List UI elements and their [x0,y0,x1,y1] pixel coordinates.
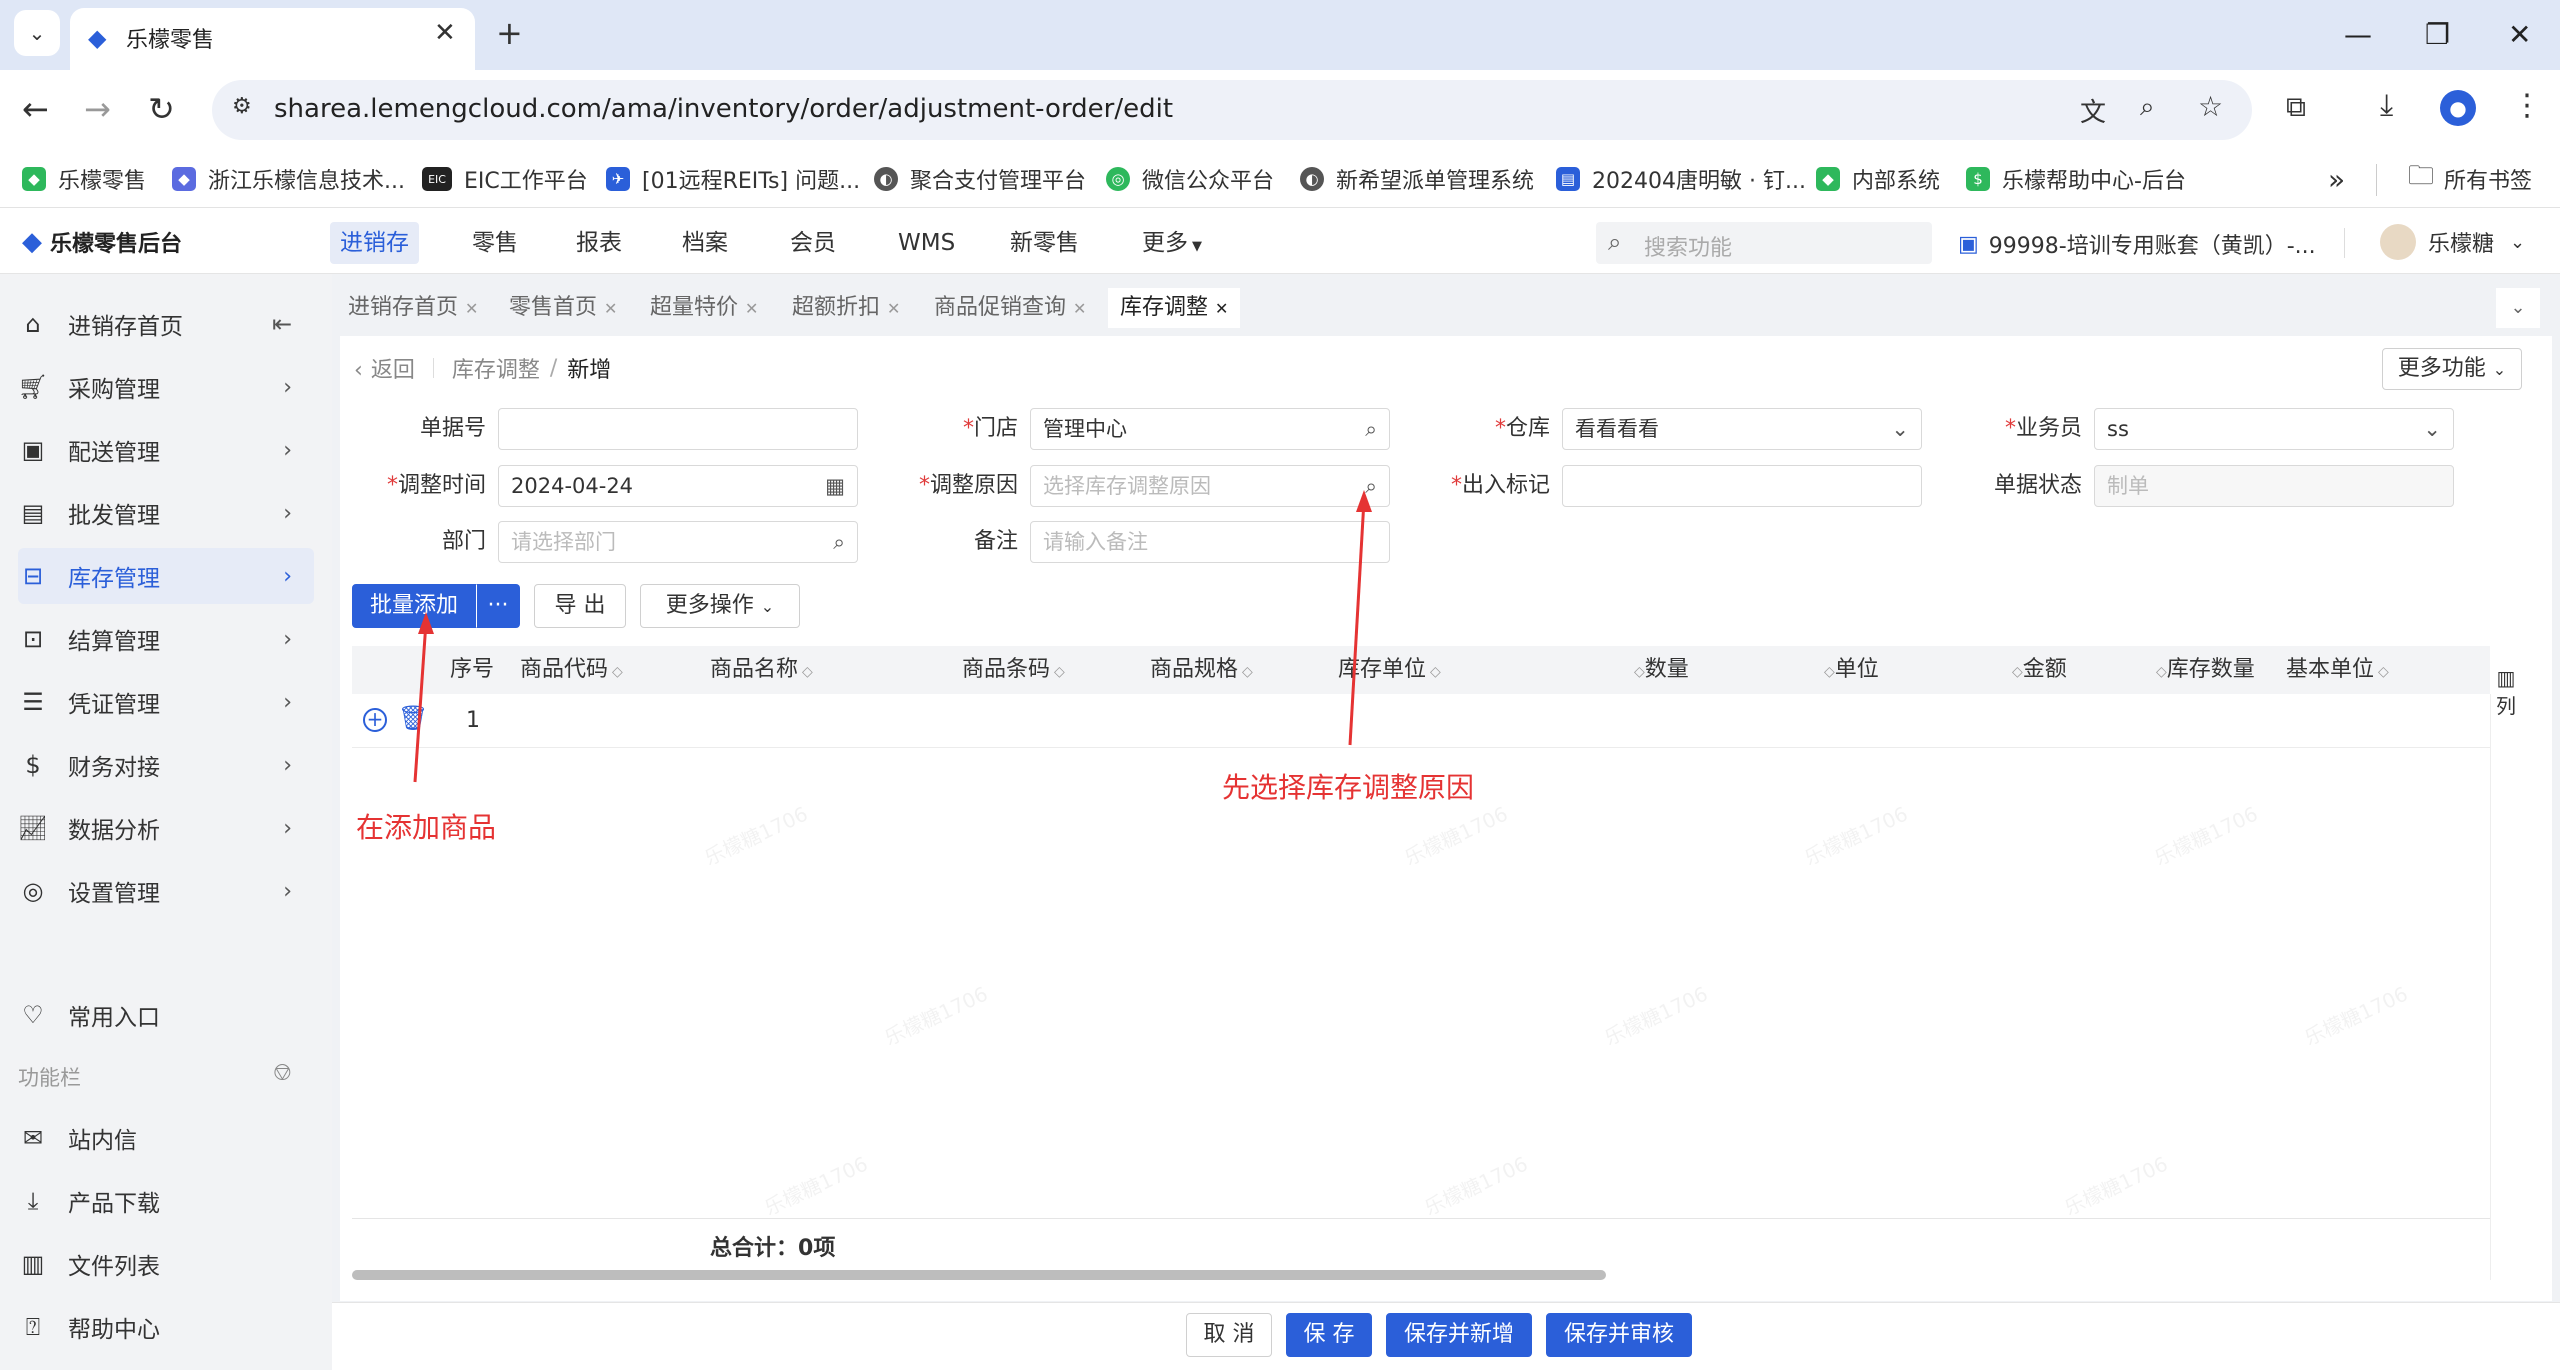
total-row [352,1218,2490,1270]
annotation-choose-reason: 先选择库存调整原因 [1222,771,1475,804]
vertical-divider [2490,694,2491,1280]
save-and-audit-button[interactable]: 保存并审核 [1546,1313,1692,1357]
total-summary: 总合计：0项 [710,1230,835,1262]
arrow-line-reason [1348,499,1366,746]
save-and-new-button[interactable]: 保存并新增 [1386,1313,1532,1357]
annotation-add-goods: 在添加商品 [356,811,497,844]
total-value: 0项 [798,1236,836,1261]
arrow-head-batch-add [418,612,434,634]
arrow-line-batch-add [413,621,428,783]
arrow-head-reason [1356,490,1372,512]
cancel-button[interactable]: 取 消 [1186,1313,1272,1357]
annotation-arrows [413,490,1372,783]
save-button[interactable]: 保 存 [1286,1313,1372,1357]
total-label: 总合计： [710,1236,799,1261]
horizontal-scrollbar[interactable] [352,1270,1606,1280]
